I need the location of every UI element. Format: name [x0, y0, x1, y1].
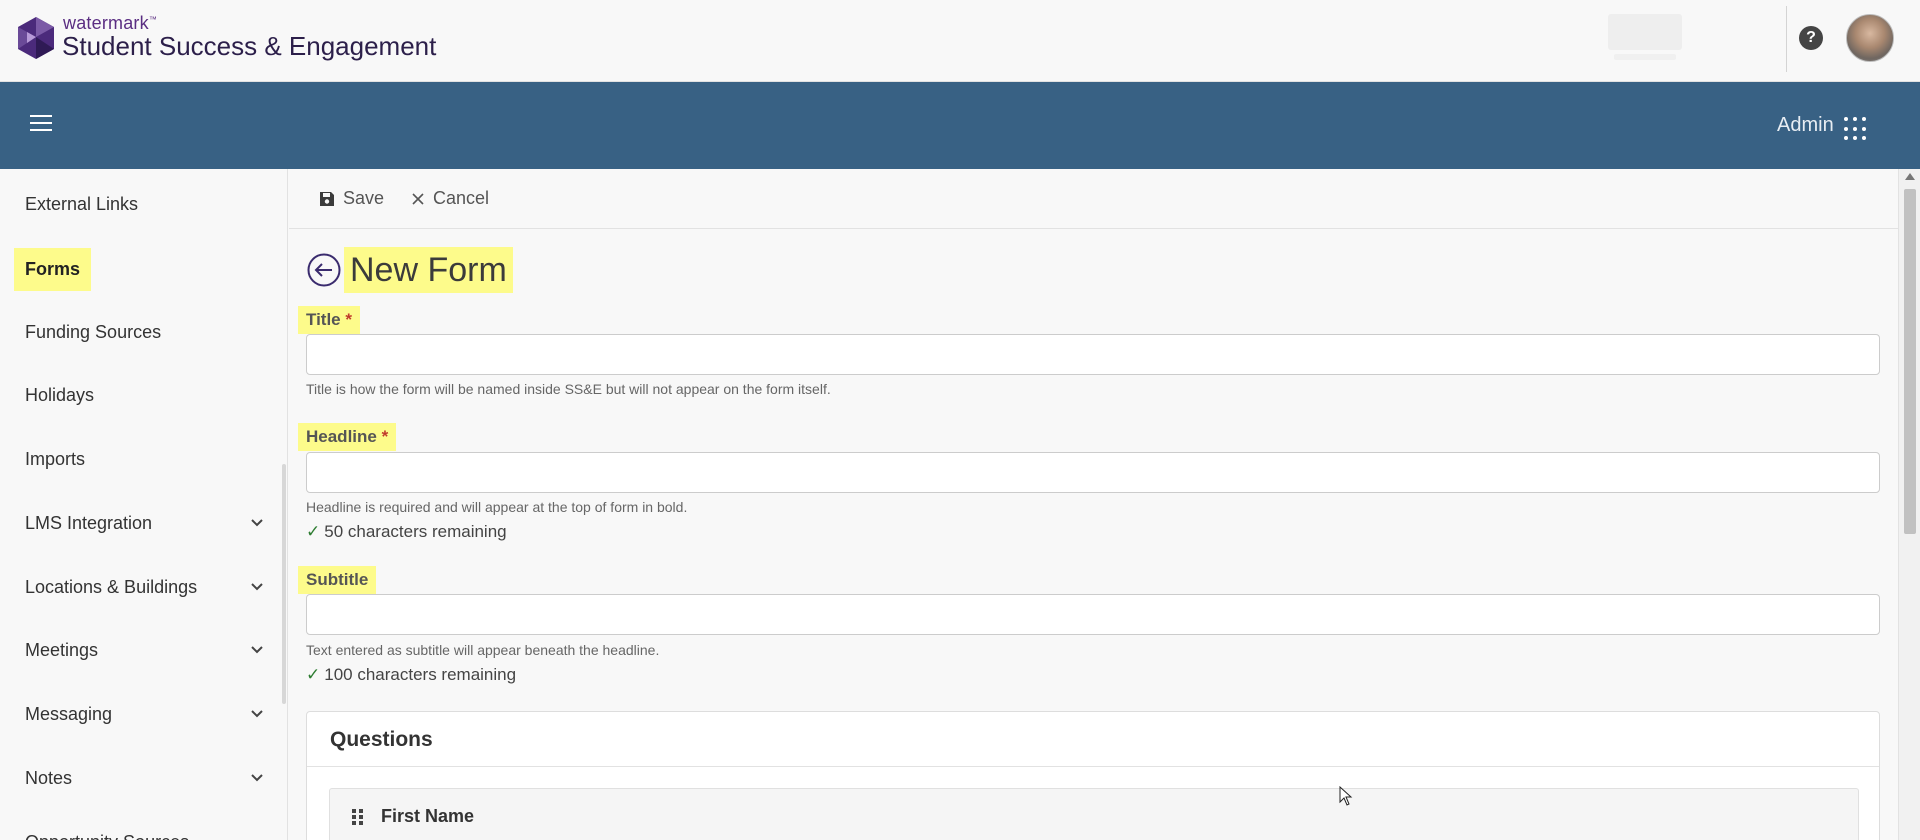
mouse-cursor-icon: [1339, 786, 1353, 806]
sidebar-item-label: Opportunity Sources: [25, 832, 189, 840]
brand-small-text: watermark: [63, 13, 149, 33]
hamburger-icon[interactable]: [30, 115, 52, 133]
sidebar-item-label: Forms: [14, 248, 92, 291]
required-mark: *: [345, 310, 352, 329]
admin-label[interactable]: Admin: [1777, 114, 1834, 137]
chevron-down-icon: [251, 774, 263, 782]
nav-bar: Admin: [0, 82, 1920, 169]
question-item[interactable]: First Name: [329, 788, 1859, 840]
title-label-text: Title: [306, 310, 341, 329]
sidebar-item-label: Imports: [25, 449, 86, 469]
question-label: First Name: [381, 806, 475, 826]
sidebar-item-external-links[interactable]: External Links: [0, 179, 282, 231]
headline-remaining-text: 50 characters remaining: [324, 522, 507, 541]
title-field-label: Title *: [298, 306, 360, 334]
sidebar-item-label: Holidays: [25, 385, 95, 405]
drag-handle-icon[interactable]: [352, 809, 364, 825]
close-icon: [412, 192, 424, 205]
subtitle-hint: Text entered as subtitle will appear ben…: [306, 642, 660, 658]
sidebar-item-label: External Links: [25, 194, 139, 214]
save-label: Save: [343, 188, 385, 208]
page-title: New Form: [344, 247, 513, 293]
sidebar-item-forms[interactable]: Forms: [0, 243, 282, 295]
sidebar-item-opportunity-sources[interactable]: Opportunity Sources: [0, 817, 282, 840]
sidebar-item-label: Messaging: [25, 704, 113, 724]
brand-tm: ™: [148, 15, 158, 24]
headline-field-label: Headline *: [298, 423, 397, 451]
questions-panel: Questions First Name: [306, 711, 1880, 840]
divider: [307, 766, 1879, 767]
subtitle-remaining-text: 100 characters remaining: [324, 665, 517, 684]
help-icon[interactable]: ?: [1799, 26, 1823, 50]
page-scrollbar[interactable]: [1898, 169, 1920, 840]
sidebar-item-label: Locations & Buildings: [25, 577, 198, 597]
admin-sidebar: External Links Forms Funding Sources Hol…: [0, 169, 288, 840]
chevron-down-icon: [251, 710, 263, 718]
chevron-down-icon: [251, 646, 263, 654]
user-avatar[interactable]: [1846, 14, 1894, 62]
back-arrow-icon[interactable]: [307, 253, 341, 287]
subtitle-char-counter: ✓ 100 characters remaining: [306, 665, 516, 685]
app-header: watermark™ Student Success & Engagement …: [0, 0, 1920, 82]
app-title: Student Success & Engagement: [62, 31, 437, 61]
check-icon: ✓: [306, 665, 321, 684]
headline-hint: Headline is required and will appear at …: [306, 499, 688, 515]
sidebar-item-locations-buildings[interactable]: Locations & Buildings: [0, 562, 282, 614]
sidebar-item-label: Notes: [25, 768, 73, 788]
scroll-up-icon[interactable]: [1905, 173, 1915, 180]
sidebar-item-notes[interactable]: Notes: [0, 753, 282, 805]
check-icon: ✓: [306, 522, 321, 541]
sidebar-scrollbar[interactable]: [282, 464, 286, 704]
apps-grid-icon[interactable]: [1844, 117, 1868, 141]
sidebar-item-holidays[interactable]: Holidays: [0, 370, 282, 422]
sidebar-item-lms-integration[interactable]: LMS Integration: [0, 498, 282, 550]
watermark-logo-icon: [18, 17, 54, 59]
title-hint: Title is how the form will be named insi…: [306, 381, 831, 397]
header-divider: [1786, 6, 1787, 72]
sidebar-item-meetings[interactable]: Meetings: [0, 625, 282, 677]
sidebar-item-messaging[interactable]: Messaging: [0, 689, 282, 741]
questions-title: Questions: [330, 728, 433, 751]
form-toolbar: Save Cancel: [289, 169, 1900, 229]
chevron-down-icon: [251, 583, 263, 591]
sidebar-item-funding-sources[interactable]: Funding Sources: [0, 307, 282, 359]
institution-logo: [1604, 8, 1686, 66]
headline-label-text: Headline: [306, 427, 377, 446]
headline-input[interactable]: [306, 452, 1880, 493]
cancel-label: Cancel: [433, 188, 490, 208]
subtitle-input[interactable]: [306, 594, 1880, 635]
sidebar-item-label: LMS Integration: [25, 513, 153, 533]
required-mark: *: [381, 427, 389, 446]
save-button[interactable]: Save: [319, 188, 384, 209]
save-icon: [320, 191, 334, 206]
institution-logo-icon: [1608, 14, 1682, 60]
sidebar-item-imports[interactable]: Imports: [0, 434, 282, 486]
chevron-down-icon: [251, 519, 263, 527]
subtitle-field-label: Subtitle: [298, 566, 377, 594]
sidebar-item-label: Funding Sources: [25, 322, 162, 342]
subtitle-label-text: Subtitle: [306, 570, 369, 589]
title-input[interactable]: [306, 334, 1880, 375]
scrollbar-thumb[interactable]: [1904, 189, 1916, 534]
sidebar-item-label: Meetings: [25, 640, 99, 660]
headline-char-counter: ✓ 50 characters remaining: [306, 522, 507, 542]
cancel-button[interactable]: Cancel: [411, 188, 489, 209]
main-content: Save Cancel New Form Title * Title is ho…: [289, 169, 1900, 840]
